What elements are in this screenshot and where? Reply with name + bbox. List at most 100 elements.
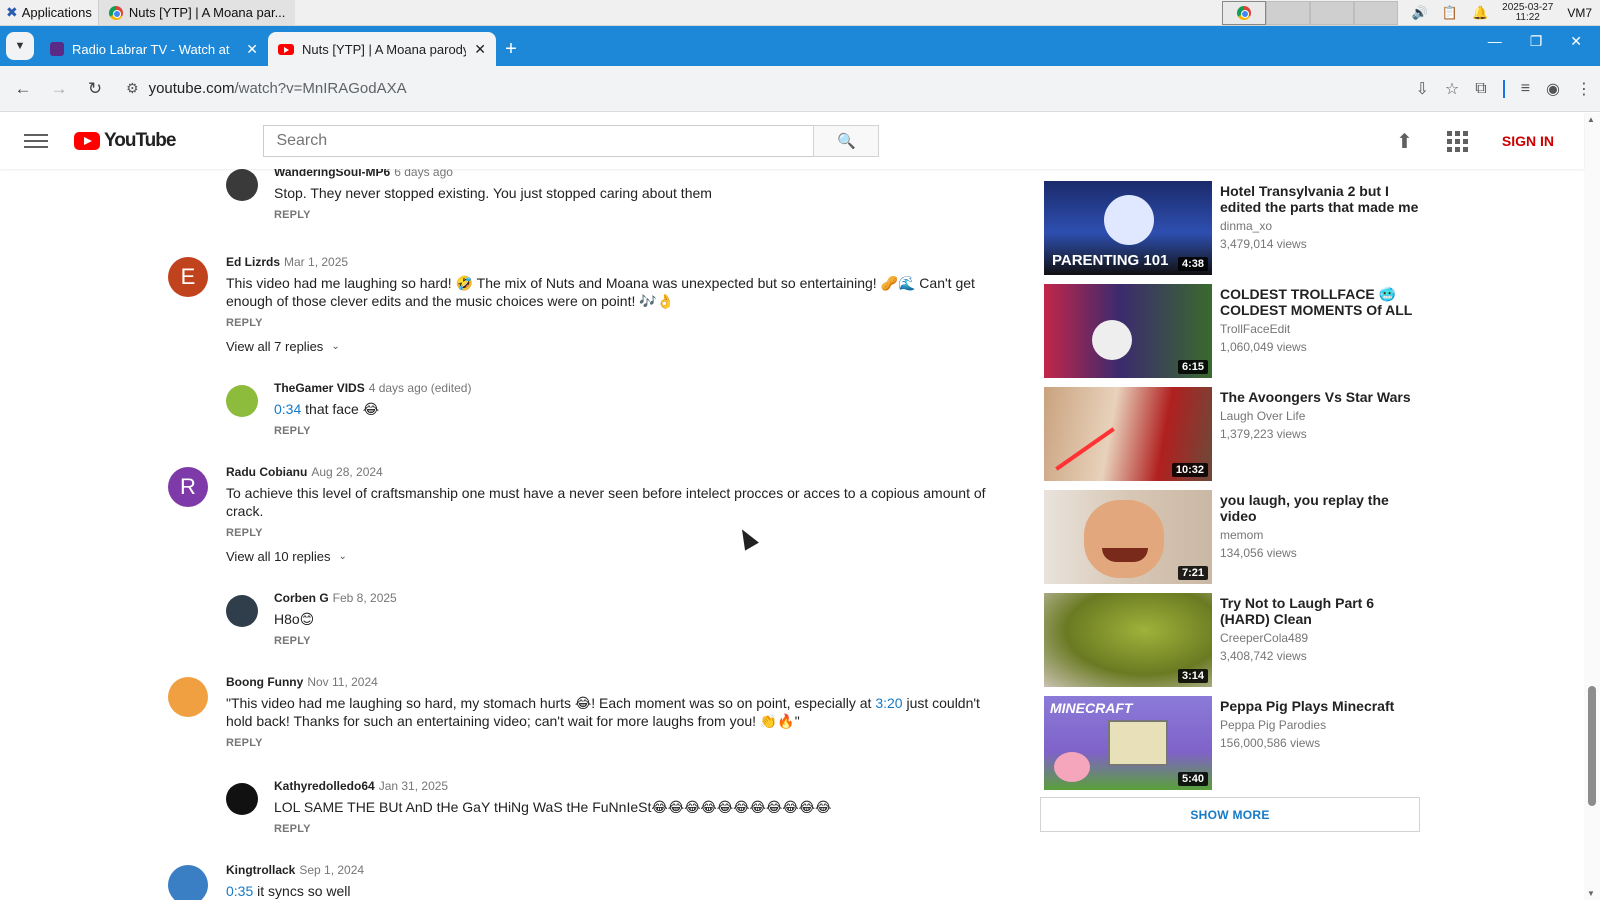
bookmark-star-icon[interactable]: ☆	[1445, 79, 1459, 99]
back-button[interactable]: ←	[8, 74, 38, 104]
forward-button[interactable]: →	[44, 74, 74, 104]
sign-in-button[interactable]: SIGN IN	[1502, 133, 1554, 149]
youtube-logo[interactable]: YouTube	[74, 130, 176, 152]
related-video[interactable]: 7:21 you laugh, you replay the video mem…	[1044, 490, 1424, 584]
extensions-icon[interactable]: ⧉	[1475, 80, 1486, 98]
video-title[interactable]: Peppa Pig Plays Minecraft	[1220, 698, 1420, 714]
comment-date[interactable]: Jan 31, 2025	[379, 779, 448, 793]
channel-name[interactable]: TrollFaceEdit	[1220, 321, 1420, 337]
channel-name[interactable]: Peppa Pig Parodies	[1220, 717, 1420, 733]
profile-icon[interactable]: ◉	[1546, 79, 1560, 99]
video-thumbnail[interactable]: 7:21	[1044, 490, 1212, 584]
avatar[interactable]	[226, 169, 258, 201]
related-video[interactable]: MINECRAFT 5:40 Peppa Pig Plays Minecraft…	[1044, 696, 1424, 790]
install-app-icon[interactable]: ⇩	[1416, 79, 1429, 99]
channel-name[interactable]: CreeperCola489	[1220, 630, 1420, 646]
comment-author[interactable]: TheGamer VIDS	[274, 381, 365, 395]
video-title[interactable]: Try Not to Laugh Part 6 (HARD) Clean	[1220, 595, 1420, 627]
comment-date[interactable]: Sep 1, 2024	[299, 863, 364, 877]
channel-name[interactable]: memom	[1220, 527, 1420, 543]
video-title[interactable]: The Avoongers Vs Star Wars	[1220, 389, 1420, 405]
avatar[interactable]	[226, 783, 258, 815]
video-thumbnail[interactable]: PARENTING 101 4:38	[1044, 181, 1212, 275]
notification-bell-icon[interactable]: 🔔	[1472, 5, 1488, 21]
video-title[interactable]: you laugh, you replay the video	[1220, 492, 1420, 524]
comment-date[interactable]: 4 days ago (edited)	[369, 381, 472, 395]
related-video[interactable]: 3:14 Try Not to Laugh Part 6 (HARD) Clea…	[1044, 593, 1424, 687]
reply-button[interactable]: REPLY	[226, 527, 1006, 539]
view-replies-button[interactable]: View all 7 replies ⌄	[226, 339, 1006, 354]
media-controls-icon[interactable]: ≡	[1521, 80, 1530, 98]
close-icon[interactable]: ✕	[474, 41, 486, 58]
clock[interactable]: 2025-03-27 11:22	[1502, 2, 1553, 23]
user-label[interactable]: VM7	[1567, 6, 1592, 20]
taskbar-window-button[interactable]: Nuts [YTP] | A Moana par...	[98, 0, 295, 25]
reply-button[interactable]: REPLY	[274, 209, 974, 221]
tab-radio-labrar[interactable]: Radio Labrar TV - Watch at ✕	[40, 32, 268, 66]
page-scrollbar[interactable]: ▲ ▼	[1584, 113, 1600, 900]
restore-icon[interactable]: ❐	[1530, 33, 1543, 50]
related-video[interactable]: PARENTING 101 4:38 Hotel Transylvania 2 …	[1044, 181, 1424, 275]
show-more-button[interactable]: SHOW MORE	[1040, 797, 1420, 832]
avatar[interactable]	[168, 865, 208, 900]
upload-icon[interactable]: ⬆	[1396, 129, 1413, 154]
close-window-icon[interactable]: ✕	[1570, 33, 1582, 50]
reload-button[interactable]: ↻	[80, 74, 110, 104]
avatar[interactable]: E	[168, 257, 208, 297]
menu-kebab-icon[interactable]: ⋮	[1576, 79, 1592, 99]
timestamp-link[interactable]: 3:20	[875, 695, 902, 711]
volume-icon[interactable]: 🔊	[1412, 5, 1428, 21]
workspace-3[interactable]	[1309, 1, 1354, 25]
workspace-2[interactable]	[1265, 1, 1310, 25]
reply-button[interactable]: REPLY	[274, 425, 974, 437]
video-thumbnail[interactable]: 6:15	[1044, 284, 1212, 378]
clipboard-icon[interactable]: 📋	[1442, 5, 1458, 21]
timestamp-link[interactable]: 0:34	[274, 401, 301, 417]
scroll-down-arrow-icon[interactable]: ▼	[1587, 889, 1595, 898]
comment-author[interactable]: Radu Cobianu	[226, 465, 307, 479]
avatar[interactable]: R	[168, 467, 208, 507]
search-button[interactable]: 🔍	[813, 125, 880, 157]
video-title[interactable]: COLDEST TROLLFACE 🥶 COLDEST MOMENTS Of A…	[1220, 286, 1420, 318]
avatar[interactable]	[226, 385, 258, 417]
comment-date[interactable]: Nov 11, 2024	[307, 675, 378, 689]
comment-date[interactable]: 6 days ago	[394, 169, 453, 179]
comment-author[interactable]: Corben G	[274, 591, 329, 605]
comment-author[interactable]: Kathyredolledo64	[274, 779, 375, 793]
workspace-1[interactable]	[1221, 1, 1266, 25]
avatar[interactable]	[226, 595, 258, 627]
comment-author[interactable]: Kingtrollack	[226, 863, 295, 877]
workspace-4[interactable]	[1353, 1, 1398, 25]
video-thumbnail[interactable]: 3:14	[1044, 593, 1212, 687]
scrollbar-thumb[interactable]	[1588, 686, 1596, 806]
comment-author[interactable]: Boong Funny	[226, 675, 303, 689]
comment-date[interactable]: Mar 1, 2025	[284, 255, 348, 269]
video-title[interactable]: Hotel Transylvania 2 but I edited the pa…	[1220, 183, 1420, 215]
view-replies-button[interactable]: View all 10 replies ⌄	[226, 549, 1006, 564]
comment-date[interactable]: Feb 8, 2025	[333, 591, 397, 605]
minimize-icon[interactable]: —	[1488, 33, 1502, 50]
applications-menu[interactable]: ✖ Applications	[0, 0, 99, 25]
omnibox[interactable]: ⚙ youtube.com/watch?v=MnIRAGodAXA	[116, 71, 1410, 106]
comment-author[interactable]: Ed Lizrds	[226, 255, 280, 269]
reply-button[interactable]: REPLY	[226, 317, 1006, 329]
close-icon[interactable]: ✕	[246, 41, 258, 58]
new-tab-button[interactable]: +	[496, 32, 526, 66]
scroll-up-arrow-icon[interactable]: ▲	[1587, 115, 1595, 124]
search-input[interactable]	[263, 125, 814, 157]
tab-youtube[interactable]: Nuts [YTP] | A Moana parody ✕	[268, 32, 496, 66]
site-settings-icon[interactable]: ⚙	[126, 80, 139, 97]
reply-button[interactable]: REPLY	[274, 635, 974, 647]
comment-author[interactable]: WanderingSoul-MP6	[274, 169, 390, 179]
related-video[interactable]: 10:32 The Avoongers Vs Star Wars Laugh O…	[1044, 387, 1424, 481]
channel-name[interactable]: Laugh Over Life	[1220, 408, 1420, 424]
apps-grid-icon[interactable]	[1446, 130, 1468, 152]
reply-button[interactable]: REPLY	[226, 737, 1006, 749]
video-thumbnail[interactable]: MINECRAFT 5:40	[1044, 696, 1212, 790]
comment-date[interactable]: Aug 28, 2024	[311, 465, 382, 479]
avatar[interactable]	[168, 677, 208, 717]
tab-search-button[interactable]: ▼	[6, 32, 34, 60]
related-video[interactable]: 6:15 COLDEST TROLLFACE 🥶 COLDEST MOMENTS…	[1044, 284, 1424, 378]
hamburger-menu-icon[interactable]	[24, 134, 48, 148]
video-thumbnail[interactable]: 10:32	[1044, 387, 1212, 481]
